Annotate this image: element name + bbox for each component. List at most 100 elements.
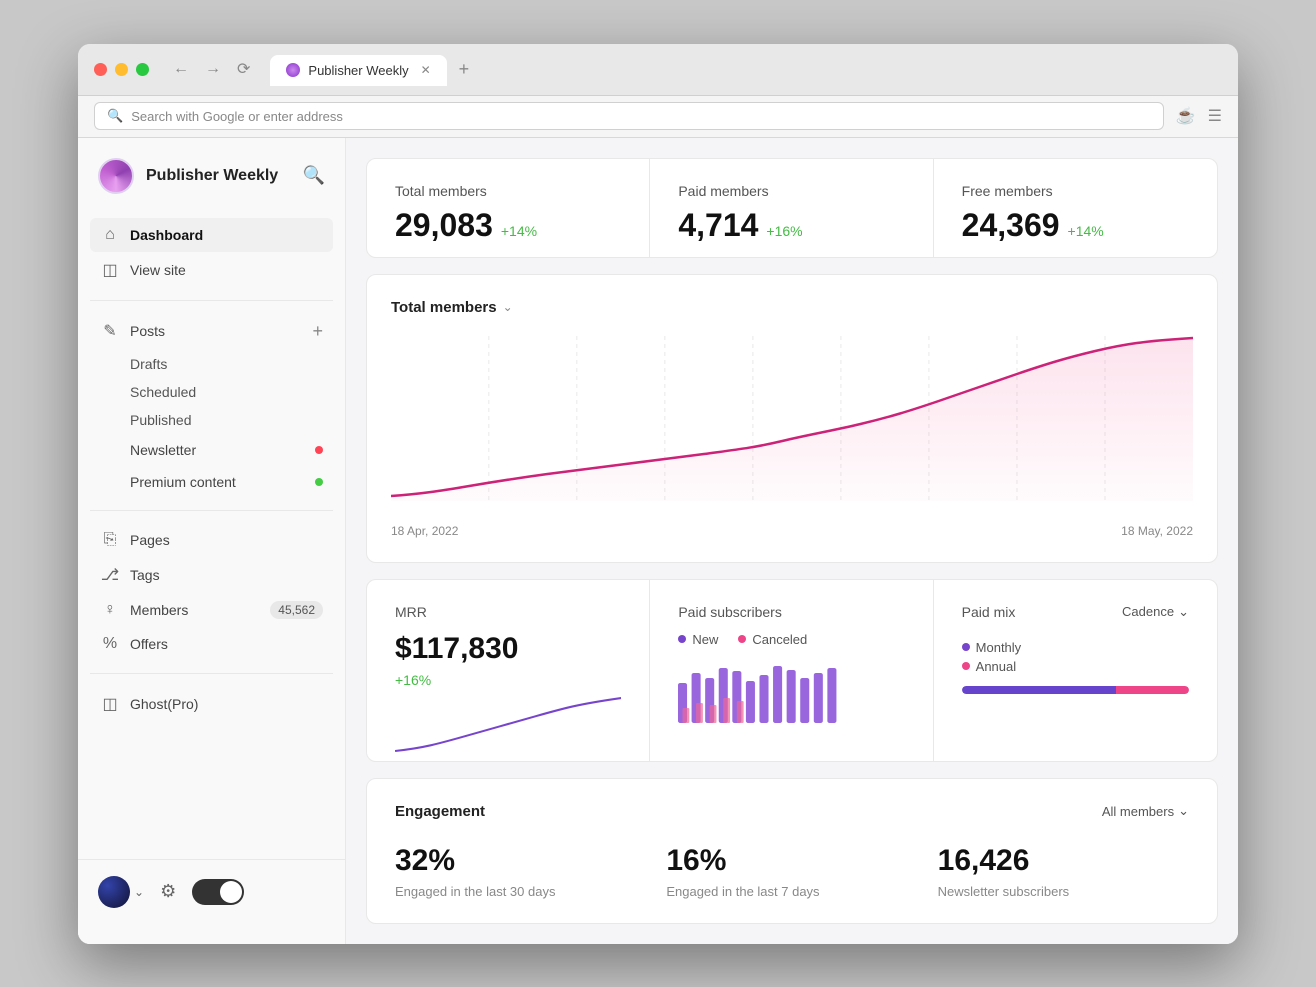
- sidebar-item-published[interactable]: Published: [90, 406, 333, 434]
- mix-bar-monthly: [962, 686, 1117, 694]
- settings-button[interactable]: ⚙: [160, 881, 176, 902]
- sidebar-nav: ⌂ Dashboard ◫ View site ✎ Posts +: [78, 218, 345, 859]
- paid-subscribers-label: Paid subscribers: [678, 604, 904, 620]
- paid-mix-card: Paid mix Cadence ⌄ Monthly: [934, 580, 1217, 762]
- dashboard-icon: ⌂: [100, 226, 120, 244]
- members-label: Members: [130, 602, 260, 618]
- reload-button[interactable]: ⟳: [233, 55, 254, 83]
- sidebar-item-view-site[interactable]: ◫ View site: [90, 252, 333, 288]
- chart-header: Total members ⌄: [391, 299, 1193, 316]
- canceled-label: Canceled: [752, 632, 807, 647]
- nav-group-content: ⎘ Pages ⎇ Tags ♀ Members 45,562 % Offe: [90, 523, 333, 661]
- app-container: Publisher Weekly 🔍 ⌂ Dashboard ◫ View si…: [78, 138, 1238, 944]
- cadence-chevron-icon: ⌄: [1178, 604, 1189, 620]
- menu-icon[interactable]: ☰: [1208, 106, 1222, 126]
- active-tab[interactable]: Publisher Weekly ✕: [270, 55, 446, 86]
- sidebar-item-drafts[interactable]: Drafts: [90, 350, 333, 378]
- paid-members-change: +16%: [766, 223, 802, 239]
- sidebar-divider-1: [90, 300, 333, 301]
- tags-icon: ⎇: [100, 565, 120, 585]
- mix-bar-annual: [1116, 686, 1189, 694]
- tab-title: Publisher Weekly: [308, 63, 408, 78]
- members-icon: ♀: [100, 601, 120, 619]
- metrics-row: MRR $117,830 +16% Paid subscribers: [366, 579, 1218, 762]
- offers-label: Offers: [130, 636, 323, 652]
- dark-mode-toggle[interactable]: [192, 879, 244, 905]
- tab-close-button[interactable]: ✕: [421, 63, 431, 77]
- view-site-icon: ◫: [100, 260, 120, 280]
- sidebar-item-offers[interactable]: % Offers: [90, 627, 333, 661]
- sidebar-item-scheduled[interactable]: Scheduled: [90, 378, 333, 406]
- maximize-button[interactable]: [136, 63, 149, 76]
- pages-label: Pages: [130, 532, 323, 548]
- sidebar-item-posts[interactable]: ✎ Posts +: [90, 313, 333, 350]
- total-members-change: +14%: [501, 223, 537, 239]
- posts-icon: ✎: [100, 321, 120, 341]
- new-tab-button[interactable]: +: [459, 59, 470, 80]
- sidebar-item-dashboard[interactable]: ⌂ Dashboard: [90, 218, 333, 252]
- search-button[interactable]: 🔍: [303, 165, 325, 186]
- posts-add-button[interactable]: +: [312, 321, 323, 342]
- engagement-desc-newsletter: Newsletter subscribers: [938, 884, 1189, 899]
- toggle-knob: [220, 881, 242, 903]
- posts-label: Posts: [130, 323, 302, 339]
- dashboard-label: Dashboard: [130, 227, 323, 243]
- toolbar-right: ☕ ☰: [1176, 106, 1222, 126]
- annual-dot: [962, 662, 970, 670]
- sidebar-item-premium[interactable]: Premium content: [90, 466, 333, 498]
- chart-dates: 18 Apr, 2022 18 May, 2022: [391, 524, 1193, 538]
- sidebar-item-pages[interactable]: ⎘ Pages: [90, 523, 333, 557]
- offers-icon: %: [100, 635, 120, 653]
- sidebar-item-newsletter[interactable]: Newsletter: [90, 434, 333, 466]
- paid-subscribers-card: Paid subscribers New Canceled: [650, 580, 933, 762]
- sidebar-header: Publisher Weekly 🔍: [78, 158, 345, 218]
- paid-members-card: Paid members 4,714 +16%: [650, 159, 933, 258]
- engagement-stat-newsletter: 16,426 Newsletter subscribers: [938, 844, 1189, 899]
- sidebar-item-members[interactable]: ♀ Members 45,562: [90, 593, 333, 627]
- browser-nav: ← → ⟳: [169, 55, 254, 83]
- mrr-sparkline: [395, 696, 621, 756]
- close-button[interactable]: [94, 63, 107, 76]
- members-badge: 45,562: [270, 601, 323, 619]
- cadence-selector[interactable]: Cadence ⌄: [1122, 604, 1189, 620]
- new-dot: [678, 635, 686, 643]
- premium-label: Premium content: [130, 474, 305, 490]
- sidebar-divider-2: [90, 510, 333, 511]
- minimize-button[interactable]: [115, 63, 128, 76]
- engagement-stat-7days: 16% Engaged in the last 7 days: [666, 844, 917, 899]
- chart-dropdown-icon[interactable]: ⌄: [503, 300, 513, 314]
- paid-members-value: 4,714 +16%: [678, 207, 904, 244]
- pages-icon: ⎘: [100, 531, 120, 549]
- logo-icon: [98, 158, 134, 194]
- paid-mix-label: Paid mix: [962, 604, 1016, 620]
- forward-button[interactable]: →: [201, 55, 225, 83]
- subscribers-bar-chart: [678, 663, 904, 723]
- engagement-stats: 32% Engaged in the last 30 days 16% Enga…: [395, 844, 1189, 899]
- all-members-selector[interactable]: All members ⌄: [1102, 803, 1189, 819]
- user-account[interactable]: ⌄: [98, 876, 144, 908]
- free-members-value: 24,369 +14%: [962, 207, 1189, 244]
- total-members-card: Total members 29,083 +14%: [367, 159, 650, 258]
- canceled-legend-item: Canceled: [738, 632, 807, 647]
- mrr-card: MRR $117,830 +16%: [367, 580, 650, 762]
- engagement-value-newsletter: 16,426: [938, 844, 1189, 878]
- back-button[interactable]: ←: [169, 55, 193, 83]
- engagement-value-7days: 16%: [666, 844, 917, 878]
- shield-icon: ☕: [1176, 106, 1196, 126]
- sidebar-footer: ⌄ ⚙: [78, 859, 345, 924]
- members-chart-card: Total members ⌄: [366, 274, 1218, 563]
- engagement-desc-7days: Engaged in the last 7 days: [666, 884, 917, 899]
- paid-mix-header: Paid mix Cadence ⌄: [962, 604, 1189, 640]
- tags-label: Tags: [130, 567, 323, 583]
- address-bar[interactable]: 🔍 Search with Google or enter address: [94, 102, 1164, 130]
- mix-legend: Monthly Annual: [962, 640, 1189, 674]
- mrr-value: $117,830: [395, 632, 621, 666]
- chart-title: Total members: [391, 299, 497, 316]
- sidebar-item-ghost[interactable]: ◫ Ghost(Pro): [90, 686, 333, 722]
- engagement-header: Engagement All members ⌄: [395, 803, 1189, 820]
- newsletter-label: Newsletter: [130, 442, 305, 458]
- sidebar-item-tags[interactable]: ⎇ Tags: [90, 557, 333, 593]
- nav-group-main: ⌂ Dashboard ◫ View site: [90, 218, 333, 288]
- engagement-stat-30days: 32% Engaged in the last 30 days: [395, 844, 646, 899]
- engagement-desc-30days: Engaged in the last 30 days: [395, 884, 646, 899]
